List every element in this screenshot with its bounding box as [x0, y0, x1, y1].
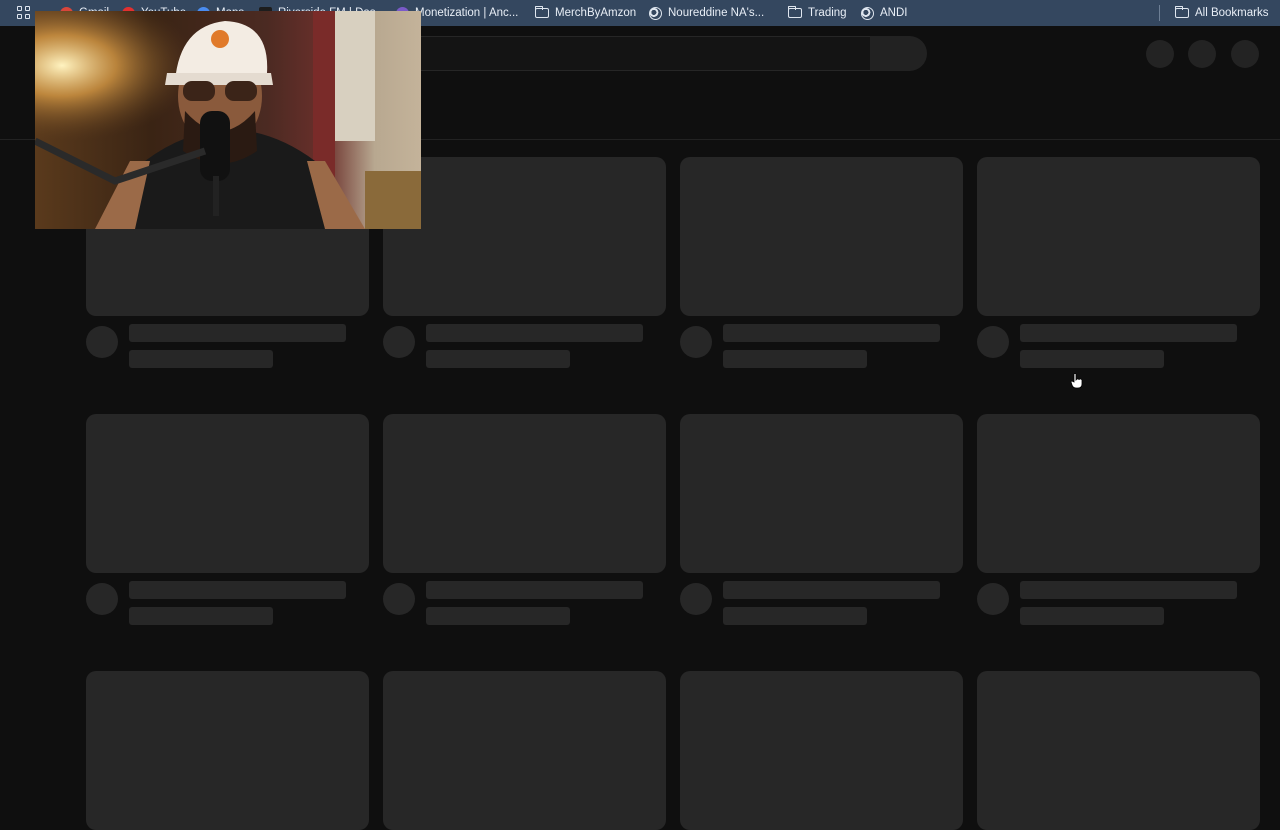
bookmark-label: Monetization | Anc... [415, 7, 519, 19]
bookmark-andi[interactable]: ANDI [861, 0, 907, 26]
bookmarks-separator [1159, 5, 1160, 21]
channel-avatar-placeholder[interactable] [383, 326, 415, 358]
apps-grid-icon[interactable] [17, 6, 30, 19]
globe-icon [861, 6, 874, 20]
folder-icon [534, 6, 549, 18]
video-thumbnail-placeholder[interactable] [383, 157, 666, 316]
bookmark-label: All Bookmarks [1195, 7, 1269, 19]
video-title-placeholder [1020, 324, 1237, 342]
bookmark-label: Trading [808, 7, 847, 19]
avatar[interactable] [1231, 40, 1259, 68]
bookmark-label: Noureddine NA's... [668, 7, 765, 19]
video-meta-placeholder [1020, 607, 1164, 625]
video-thumbnail-placeholder[interactable] [977, 157, 1260, 316]
video-thumbnail-placeholder[interactable] [977, 671, 1260, 830]
video-meta-placeholder [129, 607, 273, 625]
globe-icon [649, 6, 662, 20]
video-thumbnail-placeholder[interactable] [383, 414, 666, 573]
video-title-placeholder [426, 324, 643, 342]
video-meta-placeholder [129, 350, 273, 368]
video-thumbnail-placeholder[interactable] [86, 414, 369, 573]
webcam-person-image [35, 11, 421, 229]
bookmark-all-bookmarks[interactable]: All Bookmarks [1174, 0, 1269, 26]
video-thumbnail-placeholder[interactable] [383, 671, 666, 830]
video-title-placeholder [129, 324, 346, 342]
channel-avatar-placeholder[interactable] [680, 326, 712, 358]
video-thumbnail-placeholder[interactable] [977, 414, 1260, 573]
video-meta-placeholder [723, 607, 867, 625]
video-meta-placeholder [1020, 350, 1164, 368]
create-button[interactable] [1146, 40, 1174, 68]
channel-avatar-placeholder[interactable] [680, 583, 712, 615]
channel-avatar-placeholder[interactable] [383, 583, 415, 615]
video-meta-placeholder [426, 607, 570, 625]
video-title-placeholder [723, 324, 940, 342]
video-thumbnail-placeholder[interactable] [680, 414, 963, 573]
channel-avatar-placeholder[interactable] [86, 326, 118, 358]
folder-icon [787, 6, 802, 18]
bookmark-trading[interactable]: Trading [787, 0, 847, 26]
video-title-placeholder [723, 581, 940, 599]
video-title-placeholder [1020, 581, 1237, 599]
hand-cursor-icon [1070, 373, 1083, 389]
channel-avatar-placeholder[interactable] [86, 583, 118, 615]
search-input[interactable] [420, 36, 872, 71]
video-title-placeholder [129, 581, 346, 599]
video-thumbnail-placeholder[interactable] [86, 671, 369, 830]
video-thumbnail-placeholder[interactable] [680, 671, 963, 830]
bookmark-noureddine[interactable]: Noureddine NA's... [649, 0, 764, 26]
channel-avatar-placeholder[interactable] [977, 326, 1009, 358]
folder-icon [1174, 6, 1189, 18]
bookmark-label: MerchByAmzon [555, 7, 637, 19]
video-title-placeholder [426, 581, 643, 599]
video-thumbnail-placeholder[interactable] [680, 157, 963, 316]
search-button[interactable] [870, 36, 927, 71]
bookmark-label: ANDI [880, 7, 908, 19]
notifications-button[interactable] [1188, 40, 1216, 68]
bookmark-merchbyamzon[interactable]: MerchByAmzon [534, 0, 637, 26]
channel-avatar-placeholder[interactable] [977, 583, 1009, 615]
video-meta-placeholder [723, 350, 867, 368]
webcam-overlay [35, 11, 421, 229]
video-meta-placeholder [426, 350, 570, 368]
